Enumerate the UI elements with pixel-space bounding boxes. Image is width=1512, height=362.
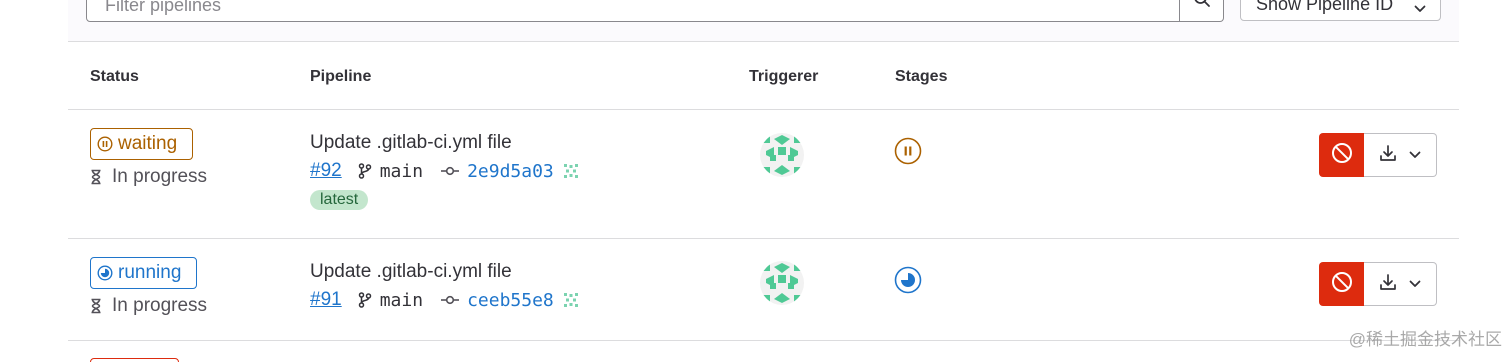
cancel-icon xyxy=(1331,271,1353,298)
commit-icon xyxy=(441,294,460,306)
pipeline-actions xyxy=(1319,133,1437,177)
pipeline-actions xyxy=(1319,262,1437,306)
status-badge[interactable]: waiting xyxy=(90,128,193,160)
chevron-down-icon xyxy=(1409,146,1421,164)
cancel-icon xyxy=(1331,142,1353,169)
progress-label: In progress xyxy=(112,295,208,316)
download-icon xyxy=(1379,144,1397,167)
download-artifacts-button[interactable] xyxy=(1364,262,1437,306)
triggerer-avatar[interactable] xyxy=(760,261,804,305)
download-icon xyxy=(1379,273,1397,296)
commit-icon xyxy=(441,165,460,177)
branch-name[interactable]: main xyxy=(380,161,423,182)
progress-status: In progress xyxy=(90,166,207,188)
cancel-pipeline-button[interactable] xyxy=(1319,262,1364,306)
pipeline-id-link[interactable]: #92 xyxy=(310,160,342,182)
pipeline-meta: #91 main ceeb55e8 xyxy=(310,289,580,311)
status-label: waiting xyxy=(118,133,178,154)
watermark: @稀土掘金技术社区 xyxy=(1348,330,1502,349)
commit-author-avatar[interactable] xyxy=(562,291,580,309)
triggerer-avatar[interactable] xyxy=(760,133,804,177)
latest-badge: latest xyxy=(310,190,369,210)
running-icon xyxy=(97,265,113,281)
show-pipeline-id-label: Show Pipeline ID xyxy=(1256,0,1394,14)
stage-status-pause-icon[interactable] xyxy=(894,137,922,165)
commit-sha-link[interactable]: 2e9d5a03 xyxy=(467,161,554,182)
column-header-triggerer: Triggerer xyxy=(749,68,819,85)
column-header-pipeline: Pipeline xyxy=(310,68,372,85)
pause-icon xyxy=(97,136,113,152)
status-badge[interactable] xyxy=(90,358,179,362)
chevron-down-icon xyxy=(1409,275,1421,293)
table-header: Status Pipeline Triggerer Stages xyxy=(68,43,1459,110)
status-badge[interactable]: running xyxy=(90,257,197,289)
commit-author-avatar[interactable] xyxy=(562,162,580,180)
hourglass-icon xyxy=(90,298,102,314)
filter-pipelines-input[interactable]: Filter pipelines xyxy=(86,0,1180,22)
cancel-pipeline-button[interactable] xyxy=(1319,133,1364,177)
show-pipeline-id-dropdown[interactable]: Show Pipeline ID xyxy=(1240,0,1441,21)
table-row: running In progress Update .gitlab-ci.ym… xyxy=(68,239,1459,341)
search-icon xyxy=(1193,0,1211,13)
chevron-down-icon xyxy=(1414,0,1426,18)
branch-icon xyxy=(358,163,372,179)
pipeline-meta: #92 main 2e9d5a03 xyxy=(310,160,580,182)
commit-sha-link[interactable]: ceeb55e8 xyxy=(467,290,554,311)
progress-label: In progress xyxy=(112,166,208,187)
branch-icon xyxy=(358,292,372,308)
column-header-status: Status xyxy=(90,68,139,85)
pipeline-id-link[interactable]: #91 xyxy=(310,289,342,311)
pipeline-title[interactable]: Update .gitlab-ci.yml file xyxy=(310,261,512,283)
hourglass-icon xyxy=(90,169,102,185)
branch-name[interactable]: main xyxy=(380,290,423,311)
status-label: running xyxy=(118,262,182,283)
pipeline-title[interactable]: Update .gitlab-ci.yml file xyxy=(310,132,512,154)
table-row: waiting In progress Update .gitlab-ci.ym… xyxy=(68,110,1459,239)
stage-status-running-icon[interactable] xyxy=(894,266,922,294)
download-artifacts-button[interactable] xyxy=(1364,133,1437,177)
column-header-stages: Stages xyxy=(895,68,948,85)
progress-status: In progress xyxy=(90,295,207,317)
filter-bar: Filter pipelines Show Pipeline ID xyxy=(68,0,1459,42)
search-button[interactable] xyxy=(1180,0,1224,22)
